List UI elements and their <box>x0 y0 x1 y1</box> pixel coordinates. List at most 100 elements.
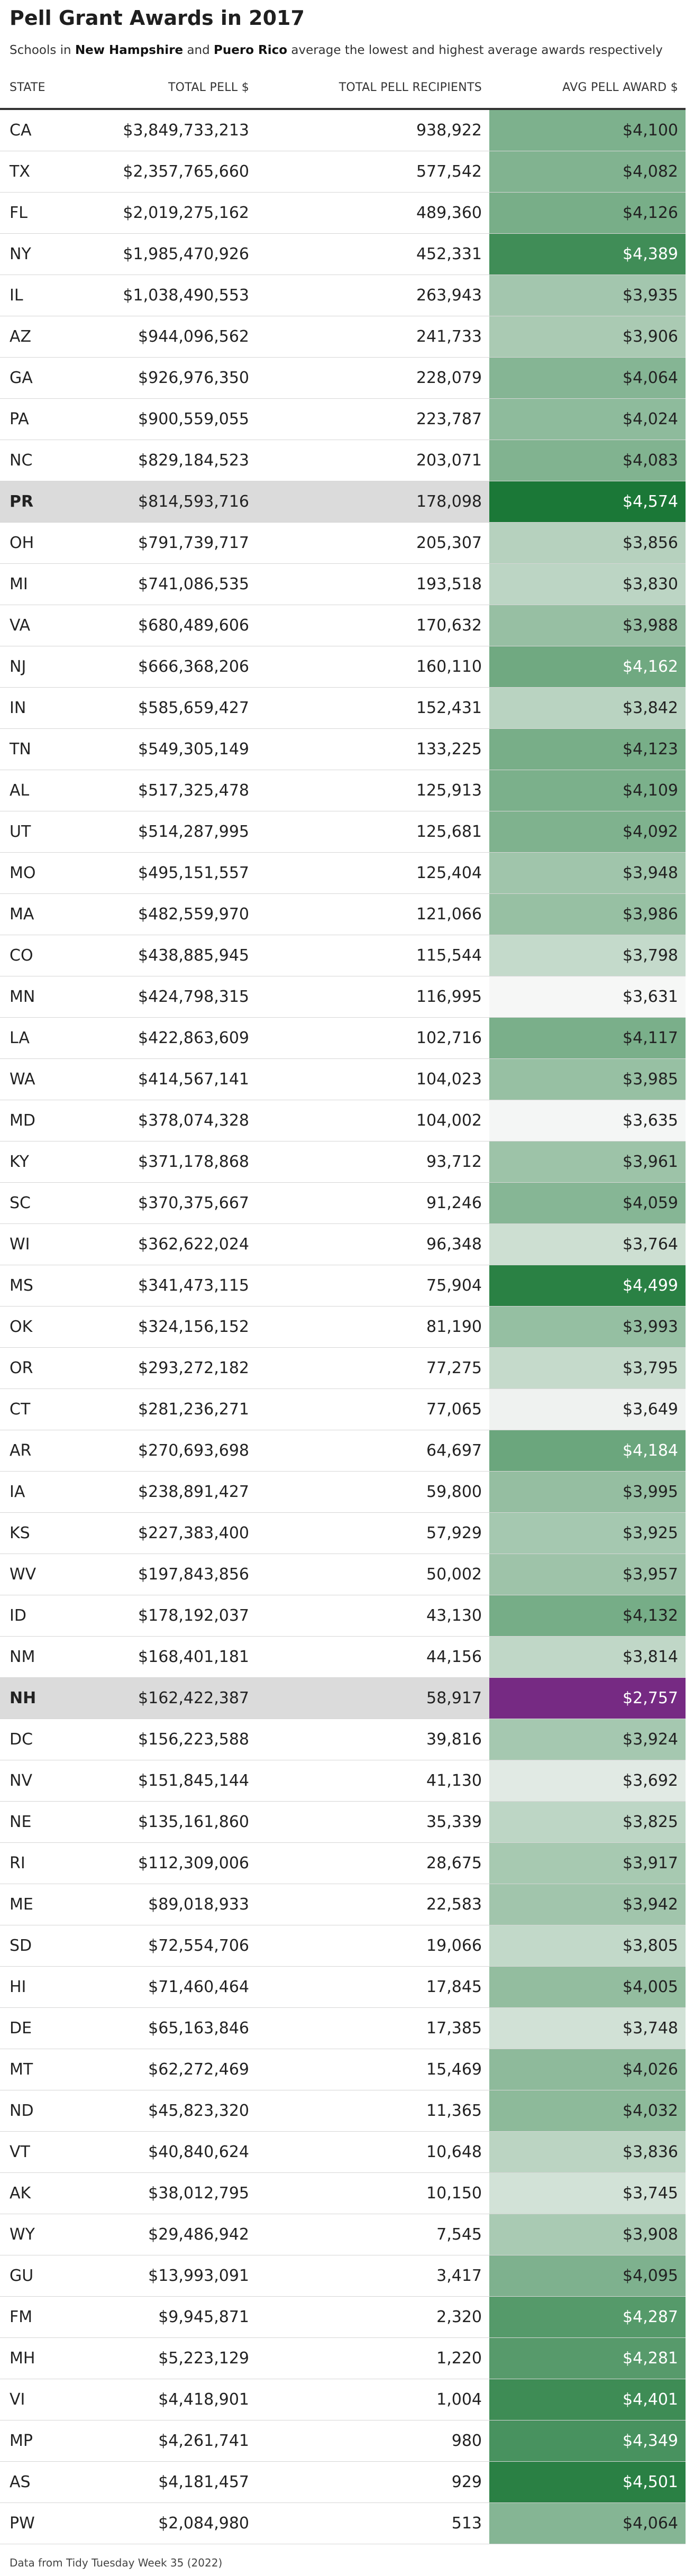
avg-award-cell: $3,985 <box>489 1058 686 1100</box>
state-cell: NM <box>0 1636 108 1678</box>
state-cell: MD <box>0 1100 108 1141</box>
table-row: NY $1,985,470,926 452,331 $4,389 <box>0 233 686 275</box>
total-pell-cell: $156,223,588 <box>108 1719 257 1760</box>
avg-award-cell: $3,942 <box>489 1884 686 1925</box>
recipients-cell: 91,246 <box>257 1182 489 1224</box>
total-pell-cell: $371,178,868 <box>108 1141 257 1183</box>
avg-award-cell: $4,092 <box>489 811 686 853</box>
recipients-cell: 77,065 <box>257 1389 489 1430</box>
table-row: OK $324,156,152 81,190 $3,993 <box>0 1306 686 1348</box>
recipients-cell: 170,632 <box>257 605 489 646</box>
avg-award-cell: $3,692 <box>489 1760 686 1802</box>
avg-award-cell: $3,825 <box>489 1801 686 1843</box>
recipients-cell: 19,066 <box>257 1925 489 1967</box>
recipients-cell: 577,542 <box>257 151 489 193</box>
recipients-cell: 59,800 <box>257 1471 489 1513</box>
recipients-cell: 39,816 <box>257 1719 489 1760</box>
total-pell-cell: $62,272,469 <box>108 2049 257 2090</box>
recipients-cell: 96,348 <box>257 1223 489 1265</box>
avg-award-cell: $4,064 <box>489 357 686 399</box>
avg-award-cell: $3,917 <box>489 1842 686 1884</box>
recipients-cell: 50,002 <box>257 1554 489 1595</box>
subtitle-suffix: average the lowest and highest average a… <box>287 43 663 57</box>
total-pell-cell: $926,976,350 <box>108 357 257 399</box>
total-pell-cell: $162,422,387 <box>108 1677 257 1719</box>
total-pell-cell: $238,891,427 <box>108 1471 257 1513</box>
recipients-cell: 41,130 <box>257 1760 489 1802</box>
total-pell-cell: $281,236,271 <box>108 1389 257 1430</box>
recipients-cell: 203,071 <box>257 440 489 481</box>
total-pell-cell: $4,261,741 <box>108 2420 257 2462</box>
state-cell: VT <box>0 2131 108 2173</box>
avg-award-cell: $4,162 <box>489 646 686 688</box>
table-row: NC $829,184,523 203,071 $4,083 <box>0 440 686 481</box>
avg-award-cell: $4,095 <box>489 2255 686 2297</box>
table-row: WI $362,622,024 96,348 $3,764 <box>0 1223 686 1265</box>
table-row: KY $371,178,868 93,712 $3,961 <box>0 1141 686 1183</box>
table-row: NJ $666,368,206 160,110 $4,162 <box>0 646 686 688</box>
total-pell-cell: $424,798,315 <box>108 976 257 1018</box>
table-row: SD $72,554,706 19,066 $3,805 <box>0 1925 686 1967</box>
state-cell: MI <box>0 563 108 605</box>
recipients-cell: 452,331 <box>257 233 489 275</box>
avg-award-cell: $4,281 <box>489 2337 686 2379</box>
avg-award-cell: $3,798 <box>489 935 686 976</box>
avg-award-cell: $3,764 <box>489 1223 686 1265</box>
state-cell: NV <box>0 1760 108 1802</box>
recipients-cell: 15,469 <box>257 2049 489 2090</box>
subtitle-highlight-puerto-rico: Puero Rico <box>214 43 288 57</box>
state-cell: KY <box>0 1141 108 1183</box>
table-row: ID $178,192,037 43,130 $4,132 <box>0 1595 686 1637</box>
avg-award-cell: $4,083 <box>489 440 686 481</box>
avg-award-cell: $3,961 <box>489 1141 686 1183</box>
recipients-cell: 160,110 <box>257 646 489 688</box>
table-row: ME $89,018,933 22,583 $3,942 <box>0 1884 686 1925</box>
table-row: SC $370,375,667 91,246 $4,059 <box>0 1182 686 1224</box>
avg-award-cell: $3,795 <box>489 1347 686 1389</box>
total-pell-cell: $4,418,901 <box>108 2379 257 2420</box>
total-pell-cell: $72,554,706 <box>108 1925 257 1967</box>
table-row: MT $62,272,469 15,469 $4,026 <box>0 2049 686 2090</box>
recipients-cell: 28,675 <box>257 1842 489 1884</box>
avg-award-cell: $4,349 <box>489 2420 686 2462</box>
recipients-cell: 205,307 <box>257 522 489 564</box>
state-cell: MA <box>0 893 108 935</box>
table-row: FM $9,945,871 2,320 $4,287 <box>0 2296 686 2338</box>
recipients-cell: 513 <box>257 2502 489 2544</box>
recipients-cell: 10,648 <box>257 2131 489 2173</box>
table-row: TN $549,305,149 133,225 $4,123 <box>0 728 686 770</box>
state-cell: OR <box>0 1347 108 1389</box>
table-row: AS $4,181,457 929 $4,501 <box>0 2461 686 2503</box>
avg-award-cell: $4,184 <box>489 1430 686 1472</box>
total-pell-cell: $71,460,464 <box>108 1966 257 2008</box>
avg-award-cell: $3,748 <box>489 2007 686 2049</box>
total-pell-cell: $29,486,942 <box>108 2214 257 2255</box>
table-row: WV $197,843,856 50,002 $3,957 <box>0 1554 686 1595</box>
avg-award-cell: $3,836 <box>489 2131 686 2173</box>
table-row: LA $422,863,609 102,716 $4,117 <box>0 1017 686 1059</box>
state-cell: SD <box>0 1925 108 1967</box>
total-pell-cell: $585,659,427 <box>108 687 257 729</box>
avg-award-cell: $3,814 <box>489 1636 686 1678</box>
total-pell-cell: $112,309,006 <box>108 1842 257 1884</box>
recipients-cell: 44,156 <box>257 1636 489 1678</box>
avg-award-cell: $3,908 <box>489 2214 686 2255</box>
total-pell-cell: $791,739,717 <box>108 522 257 564</box>
table-body: CA $3,849,733,213 938,922 $4,100 TX $2,357,76… <box>0 109 686 2544</box>
recipients-cell: 104,002 <box>257 1100 489 1141</box>
table-row: AR $270,693,698 64,697 $4,184 <box>0 1430 686 1472</box>
state-cell: CA <box>0 109 108 151</box>
state-cell: TN <box>0 728 108 770</box>
state-cell: PR <box>0 481 108 523</box>
table-row: HI $71,460,464 17,845 $4,005 <box>0 1966 686 2008</box>
table-row: MN $424,798,315 116,995 $3,631 <box>0 976 686 1018</box>
table-row: GA $926,976,350 228,079 $4,064 <box>0 357 686 399</box>
recipients-cell: 241,733 <box>257 316 489 358</box>
state-cell: MT <box>0 2049 108 2090</box>
table-row: MD $378,074,328 104,002 $3,635 <box>0 1100 686 1141</box>
recipients-cell: 133,225 <box>257 728 489 770</box>
avg-award-cell: $3,948 <box>489 852 686 894</box>
state-cell: ND <box>0 2090 108 2132</box>
total-pell-cell: $517,325,478 <box>108 770 257 811</box>
avg-award-cell: $3,988 <box>489 605 686 646</box>
